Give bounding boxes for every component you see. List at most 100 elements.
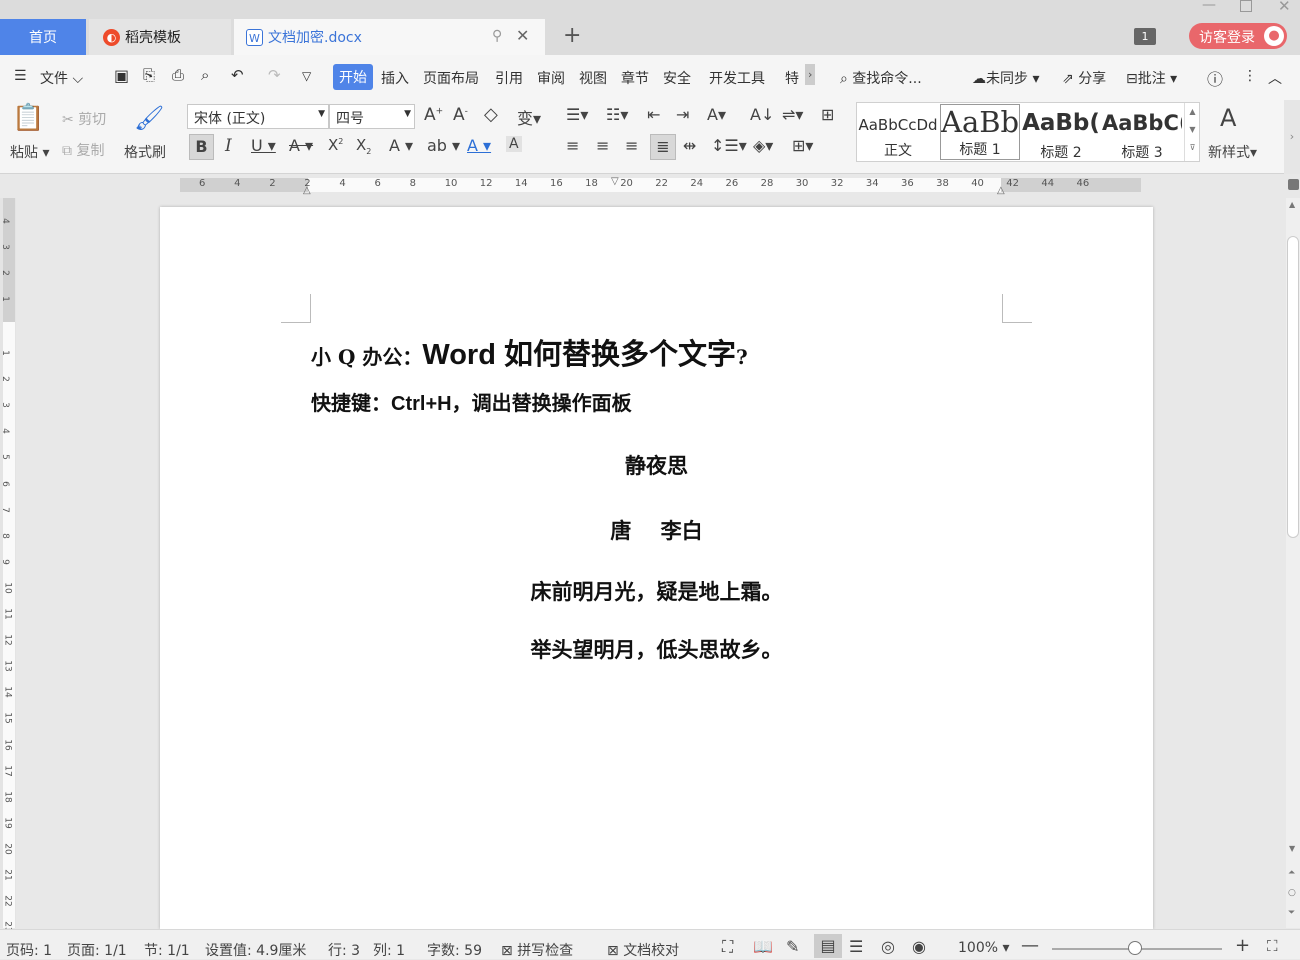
show-marks-icon[interactable]: ⊞ [821,105,834,124]
menu-file[interactable]: 文件 ⌵ [40,68,83,88]
more-options-icon[interactable]: ⋮ [1243,68,1257,84]
highlight-button[interactable]: ab ▾ [427,136,460,155]
align-center-icon[interactable]: ≡ [596,136,609,155]
menu-references[interactable]: 引用 [495,68,523,88]
sync-button[interactable]: ☁未同步 ▾ [972,68,1039,88]
grow-font-icon[interactable]: A+ [424,105,443,125]
redo-icon[interactable]: ↷ [268,66,281,84]
underline-button[interactable]: U ▾ [251,136,276,155]
menu-insert[interactable]: 插入 [381,68,409,88]
shrink-font-icon[interactable]: A- [453,105,468,125]
new-style-button[interactable]: 新样式▾ [1208,142,1257,162]
window-count-badge[interactable]: 1 [1134,28,1156,45]
menu-more-arrow-icon[interactable]: › [805,64,816,85]
status-word-count[interactable]: 字数: 59 [427,940,482,960]
minimize-icon[interactable]: — [1202,0,1216,13]
text-effect-button[interactable]: A ▾ [389,136,413,155]
collapse-ribbon-icon[interactable]: ︿ [1268,68,1282,88]
menu-security[interactable]: 安全 [663,68,691,88]
print-icon[interactable]: ⎙ [172,66,184,84]
scroll-up-icon[interactable]: ▲ [1289,200,1295,209]
menu-start[interactable]: 开始 [333,64,373,90]
style-heading2[interactable]: AaBb( 标题 2 [1021,106,1101,164]
tab-document[interactable]: W 文档加密.docx ⚲ ✕ [234,19,545,55]
menu-chapter[interactable]: 章节 [621,68,649,88]
strikethrough-button[interactable]: A ▾ [289,136,313,155]
close-tab-icon[interactable]: ✕ [516,26,529,45]
read-mode-icon[interactable]: 📖 [753,937,773,956]
superscript-button[interactable]: X2 [328,136,343,154]
hamburger-icon[interactable]: ☰ [14,68,27,84]
undo-icon[interactable]: ↶ [231,66,244,84]
italic-button[interactable]: I [225,136,232,156]
numbered-list-icon[interactable]: ☷▾ [606,105,628,124]
align-right-icon[interactable]: ≡ [625,136,638,155]
edit-mode-icon[interactable]: ✎ [786,937,799,956]
share-button[interactable]: ⇗ 分享 [1062,68,1106,88]
style-normal[interactable]: AaBbCcDd 正文 [857,106,939,164]
status-pages[interactable]: 页面: 1/1 [67,940,127,960]
new-style-icon[interactable]: A [1220,104,1236,132]
zoom-in-icon[interactable]: + [1235,935,1250,956]
menu-review[interactable]: 审阅 [537,68,565,88]
shading-icon[interactable]: ◈▾ [753,136,773,155]
prev-page-icon[interactable]: ⏶ [1288,868,1295,878]
left-indent-marker-icon[interactable]: △ [303,185,311,196]
export-pdf-icon[interactable]: ⎘ [143,66,155,84]
line-spacing-icon[interactable]: ↕☰▾ [711,136,747,155]
document-page[interactable]: 小 Q 办公：Word 如何替换多个文字? 快捷键：Ctrl+H，调出替换操作面… [160,207,1153,929]
menu-special[interactable]: 特 [785,68,799,88]
borders-icon[interactable]: ⊞▾ [792,136,813,155]
style-scroll[interactable]: ▲ ▼ ⊽ [1184,103,1200,161]
status-page-code[interactable]: 页码: 1 [6,940,52,960]
sort-icon[interactable]: A↓ [750,105,774,124]
zoom-select[interactable]: 100% ▾ [958,940,1010,956]
line-tools-icon[interactable]: ⇌▾ [782,105,803,124]
login-button[interactable]: 访客登录 ● [1189,23,1287,49]
copy-button[interactable]: ⧉ 复制 [62,140,104,160]
menu-view[interactable]: 视图 [579,68,607,88]
close-window-icon[interactable]: ✕ [1278,0,1291,15]
right-indent-marker-icon[interactable]: △ [997,185,1005,196]
zoom-out-icon[interactable]: — [1021,935,1039,956]
tab-home[interactable]: 首页 [0,19,86,55]
eye-protect-icon[interactable]: ◉ [912,937,926,956]
status-row[interactable]: 行: 3 [328,940,360,960]
spell-check-button[interactable]: ⊠ 拼写检查 [501,940,573,960]
scroll-down-icon[interactable]: ▼ [1289,844,1295,853]
clear-format-icon[interactable]: ◇ [484,104,498,125]
menu-developer[interactable]: 开发工具 [709,68,765,88]
align-left-icon[interactable]: ≡ [566,136,579,155]
new-tab-icon[interactable]: + [563,23,581,48]
bold-button[interactable]: B [189,134,214,160]
format-painter-icon[interactable]: 🖌 [134,104,164,132]
scroll-thumb[interactable] [1287,236,1299,538]
cut-button[interactable]: ✂ 剪切 [62,109,106,129]
char-shading-button[interactable]: A [506,136,522,152]
status-setting[interactable]: 设置值: 4.9厘米 [205,940,306,960]
paste-button[interactable]: 粘贴 ▾ [10,142,49,162]
doc-proof-button[interactable]: ⊠ 文档校对 [607,940,679,960]
tab-template[interactable]: ◐ 稻壳模板 [89,19,231,55]
text-direction-icon[interactable]: A▾ [707,105,726,124]
decrease-indent-icon[interactable]: ⇤ [647,105,660,124]
distribute-icon[interactable]: ⇹ [683,136,696,155]
status-col[interactable]: 列: 1 [373,940,405,960]
maximize-icon[interactable] [1240,0,1252,12]
justify-icon[interactable]: ≣ [650,134,676,160]
search-command[interactable]: ⌕ 查找命令... [840,68,922,88]
font-size-select[interactable]: 四号 ▼ [329,104,415,129]
select-browse-icon[interactable]: ○ [1288,888,1296,898]
format-painter-button[interactable]: 格式刷 [124,142,166,162]
menu-page-layout[interactable]: 页面布局 [423,68,479,88]
comment-button[interactable]: ⊟批注 ▾ [1126,68,1177,88]
outline-view-icon[interactable]: ☰ [849,937,863,956]
page-view-icon[interactable]: ▤ [814,934,842,958]
customize-qat-icon[interactable]: ▽ [302,69,311,83]
status-section[interactable]: 节: 1/1 [144,940,190,960]
vertical-scrollbar[interactable]: ▲ ▼ ⏶ ○ ⏷ [1286,198,1300,928]
style-heading3[interactable]: AaBbC( 标题 3 [1102,106,1182,164]
paste-icon[interactable]: 📋 [12,103,44,133]
phonetic-guide-icon[interactable]: 变▾ [517,105,541,129]
fullscreen-icon[interactable]: ⛶ [722,937,733,957]
